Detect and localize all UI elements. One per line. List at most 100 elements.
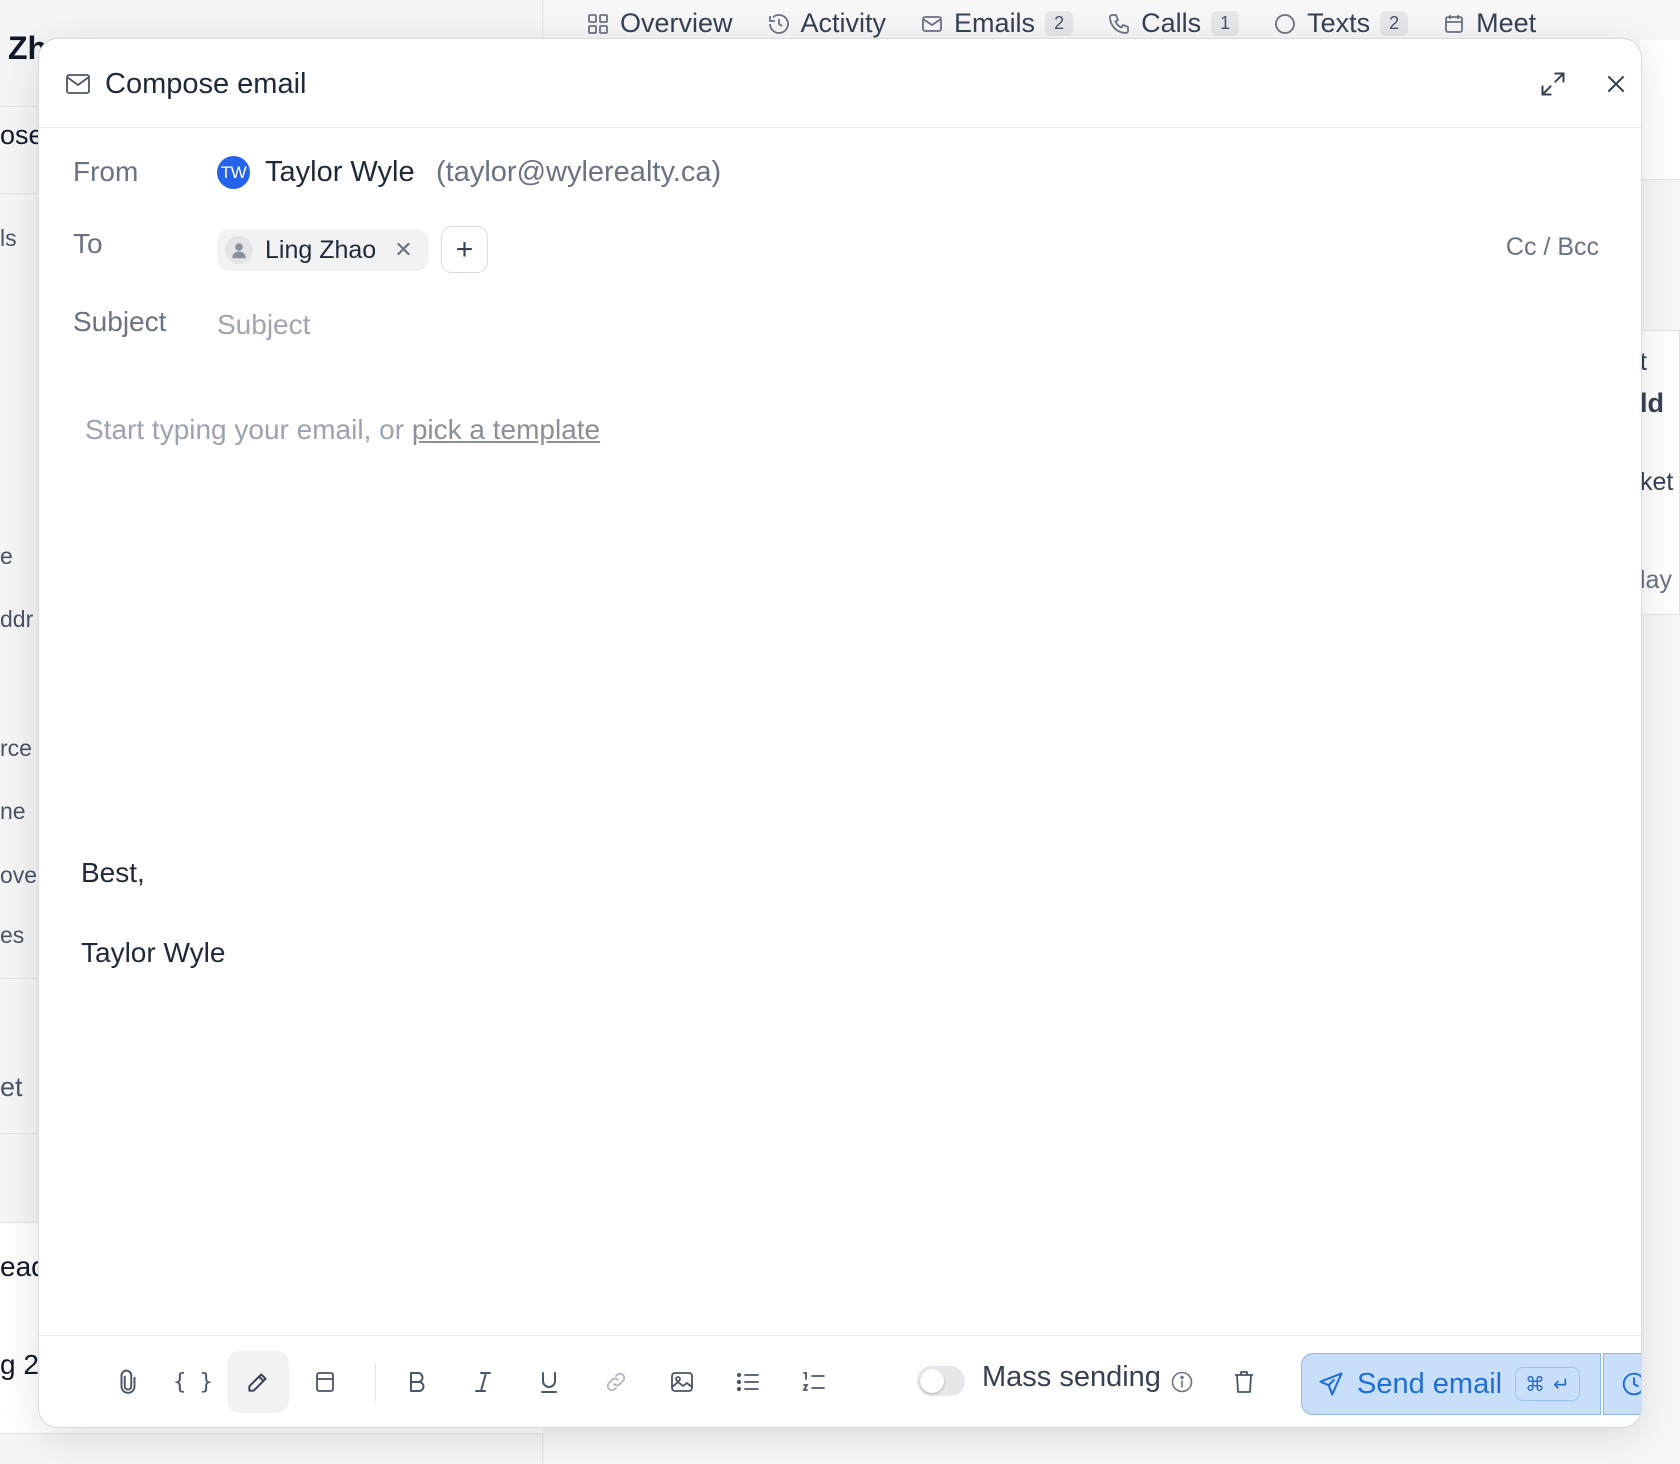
- tab-count-badge: 2: [1045, 11, 1074, 36]
- tab-activity[interactable]: Activity: [767, 8, 887, 39]
- bg-text-fragment: ls: [0, 225, 17, 251]
- tab-label: Activity: [800, 8, 887, 38]
- toolbar-divider: [375, 1363, 376, 1401]
- italic-icon: [475, 1372, 491, 1392]
- numbered-list-icon: [802, 1372, 825, 1391]
- tab-emails[interactable]: Emails 2: [920, 8, 1074, 39]
- underline-icon: [541, 1372, 557, 1393]
- close-button[interactable]: [1599, 67, 1633, 101]
- enter-key-icon: ↵: [1553, 1372, 1570, 1396]
- bg-text-fragment: rce: [0, 735, 32, 761]
- tab-label: Texts: [1307, 8, 1371, 38]
- background-tab-bar: Overview Activity Emails 2 Calls 1 Texts…: [586, 8, 1536, 39]
- bullet-list-button[interactable]: [717, 1351, 779, 1413]
- image-button[interactable]: [651, 1351, 713, 1413]
- tab-label: Calls: [1141, 8, 1202, 38]
- send-icon: [1319, 1372, 1343, 1396]
- send-email-button[interactable]: Send email ⌘ ↵: [1301, 1353, 1601, 1415]
- subject-input[interactable]: [217, 305, 1597, 345]
- mail-icon: [66, 74, 90, 94]
- info-icon: [1171, 1371, 1193, 1393]
- signature-name: Taylor Wyle: [81, 937, 226, 968]
- bg-text-fragment: ose: [0, 120, 44, 150]
- bg-text-fragment: e: [0, 543, 13, 569]
- keyboard-shortcut-hint: ⌘ ↵: [1515, 1367, 1580, 1401]
- email-body-editor[interactable]: Start typing your email, or pick a templ…: [85, 414, 600, 446]
- bold-button[interactable]: [386, 1351, 448, 1413]
- bg-text-fragment: ne: [0, 798, 26, 824]
- numbered-list-button[interactable]: [783, 1351, 845, 1413]
- toggle-knob: [920, 1369, 944, 1393]
- bg-text-fragment: ddr: [0, 606, 34, 632]
- body-placeholder: Start typing your email, or: [85, 414, 412, 445]
- to-label: To: [73, 228, 103, 259]
- cc-bcc-link[interactable]: Cc / Bcc: [1506, 233, 1599, 262]
- remove-recipient-icon[interactable]: ✕: [394, 237, 412, 263]
- pick-template-link[interactable]: pick a template: [412, 414, 600, 445]
- tab-label: Emails: [954, 8, 1036, 38]
- schedule-send-button[interactable]: [1603, 1353, 1641, 1415]
- dialog-header: Compose email: [39, 39, 1641, 128]
- tab-count-badge: 2: [1380, 11, 1409, 36]
- history-icon: [768, 13, 789, 34]
- attach-button[interactable]: [97, 1351, 159, 1413]
- bg-text-fragment: ket: [1640, 468, 1674, 496]
- underline-button[interactable]: [518, 1351, 580, 1413]
- bg-text-fragment: g 2: [0, 1349, 39, 1380]
- link-button[interactable]: [585, 1351, 647, 1413]
- pencil-icon: [248, 1373, 267, 1392]
- tab-label: Meet: [1476, 8, 1537, 38]
- calendar-icon: [1445, 14, 1464, 33]
- bg-text-fragment: ld: [1640, 388, 1664, 418]
- bg-card: [1640, 40, 1680, 180]
- recipient-name: Ling Zhao: [265, 235, 377, 264]
- variables-button[interactable]: { }: [162, 1351, 224, 1413]
- bold-icon: [410, 1372, 425, 1392]
- trash-icon: [1235, 1371, 1253, 1393]
- link-icon: [606, 1372, 626, 1392]
- signature-greeting: Best,: [81, 857, 145, 888]
- template-icon: [316, 1372, 334, 1392]
- close-icon: [1608, 76, 1624, 92]
- compose-email-dialog: Compose email From TW Taylor Wyle (taylo…: [38, 38, 1642, 1428]
- italic-button[interactable]: [452, 1351, 514, 1413]
- bg-text-fragment: es: [0, 922, 25, 948]
- from-email: (taylor@wylerealty.ca): [436, 156, 722, 188]
- tab-meetings[interactable]: Meet: [1442, 8, 1536, 39]
- tab-texts[interactable]: Texts 2: [1273, 8, 1409, 39]
- tab-label: Overview: [620, 8, 733, 38]
- phone-icon: [1109, 13, 1129, 34]
- from-name: Taylor Wyle: [265, 156, 415, 188]
- mass-sending-label: Mass sending: [982, 1361, 1161, 1393]
- person-icon: [225, 236, 253, 264]
- avatar: TW: [217, 156, 250, 189]
- send-email-label: Send email: [1357, 1368, 1503, 1400]
- tab-calls[interactable]: Calls 1: [1107, 8, 1240, 39]
- signature-button[interactable]: [227, 1351, 289, 1413]
- clock-icon: [1622, 1372, 1641, 1396]
- bg-text-fragment: et: [0, 1072, 23, 1102]
- recipient-chip[interactable]: Ling Zhao ✕: [217, 229, 429, 271]
- command-key-icon: ⌘: [1525, 1372, 1545, 1396]
- tab-overview[interactable]: Overview: [586, 8, 733, 39]
- image-icon: [671, 1372, 693, 1392]
- bg-text-fragment: lay: [1640, 566, 1672, 594]
- chat-icon: [1275, 13, 1296, 34]
- mass-sending-toggle[interactable]: [917, 1366, 965, 1396]
- overview-icon: [588, 13, 608, 34]
- tab-count-badge: 1: [1211, 11, 1240, 36]
- expand-button[interactable]: [1536, 67, 1570, 101]
- add-recipient-button[interactable]: +: [441, 226, 488, 273]
- mail-icon: [922, 15, 942, 32]
- expand-icon: [1541, 72, 1565, 96]
- mass-sending-info-button[interactable]: [1160, 1351, 1204, 1413]
- paperclip-icon: [120, 1369, 136, 1394]
- from-label: From: [73, 156, 139, 187]
- template-button[interactable]: [294, 1351, 356, 1413]
- subject-label: Subject: [73, 306, 167, 337]
- discard-draft-button[interactable]: [1222, 1351, 1266, 1413]
- bullet-list-icon: [736, 1372, 759, 1392]
- curly-braces-icon: { }: [173, 1369, 213, 1395]
- dialog-title: Compose email: [105, 68, 307, 100]
- bg-text-fragment: ove: [0, 862, 38, 888]
